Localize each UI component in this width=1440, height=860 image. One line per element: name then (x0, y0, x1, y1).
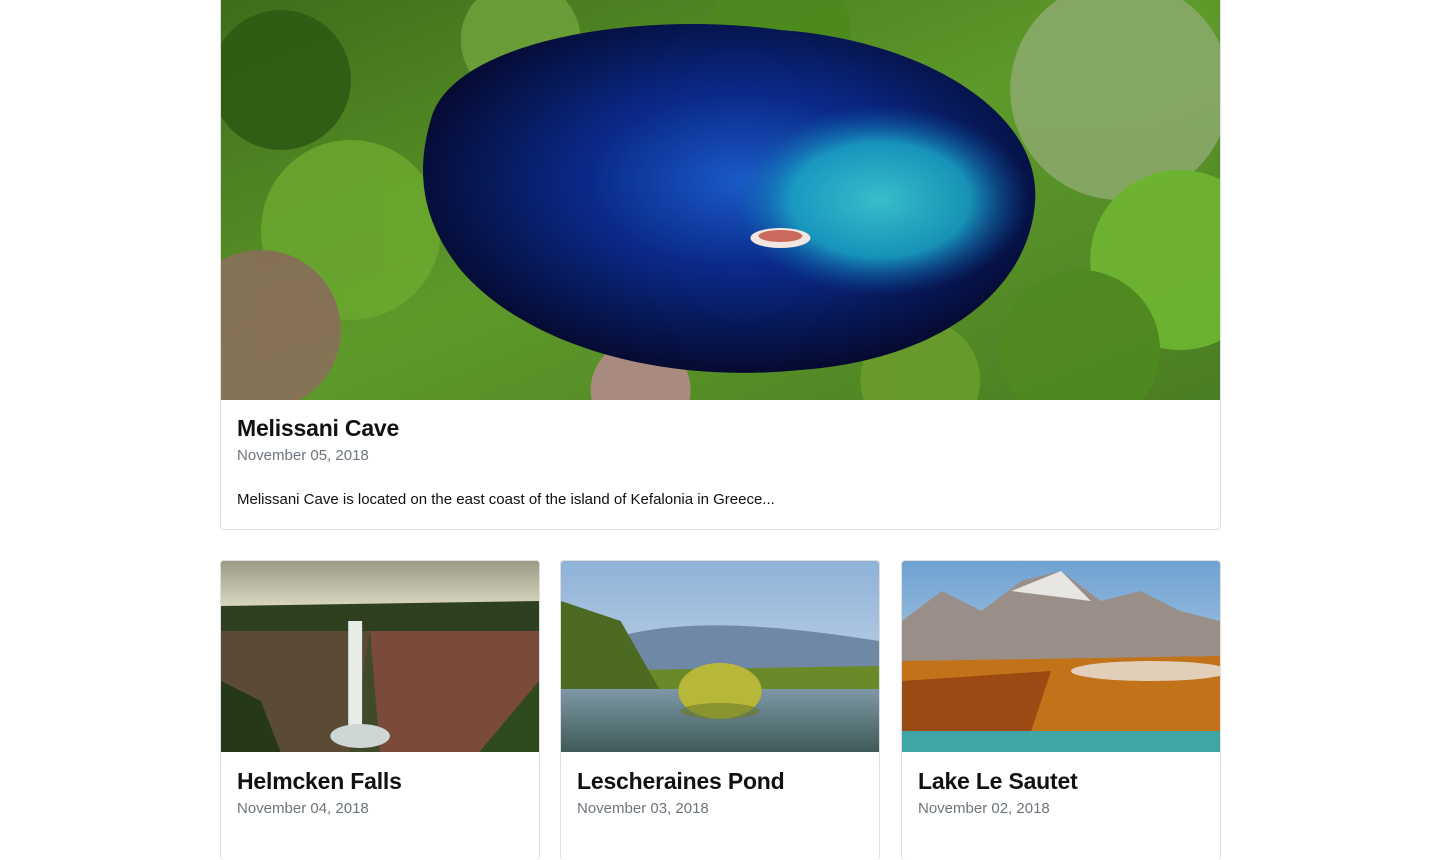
post-title[interactable]: Lake Le Sautet (918, 767, 1204, 795)
featured-post-card[interactable]: Melissani Cave November 05, 2018 Melissa… (220, 0, 1221, 530)
post-date: November 04, 2018 (237, 800, 369, 817)
post-title[interactable]: Lescheraines Pond (577, 767, 863, 795)
post-date: November 02, 2018 (918, 800, 1050, 817)
featured-post-excerpt: Melissani Cave is located on the east co… (237, 491, 775, 508)
post-date: November 03, 2018 (577, 800, 709, 817)
featured-post-image[interactable] (221, 0, 1220, 400)
post-grid: Helmcken Falls November 04, 2018 Lescher… (220, 560, 1221, 860)
post-list: Melissani Cave November 05, 2018 Melissa… (220, 0, 1221, 860)
featured-post-title[interactable]: Melissani Cave (237, 414, 1204, 442)
post-title[interactable]: Helmcken Falls (237, 767, 523, 795)
post-card[interactable]: Lake Le Sautet November 02, 2018 (901, 560, 1221, 860)
post-card[interactable]: Lescheraines Pond November 03, 2018 (560, 560, 880, 860)
post-card[interactable]: Helmcken Falls November 04, 2018 (220, 560, 540, 860)
featured-post-date: November 05, 2018 (237, 447, 369, 464)
post-image[interactable] (902, 561, 1220, 752)
post-image[interactable] (221, 561, 539, 752)
post-image[interactable] (561, 561, 879, 752)
